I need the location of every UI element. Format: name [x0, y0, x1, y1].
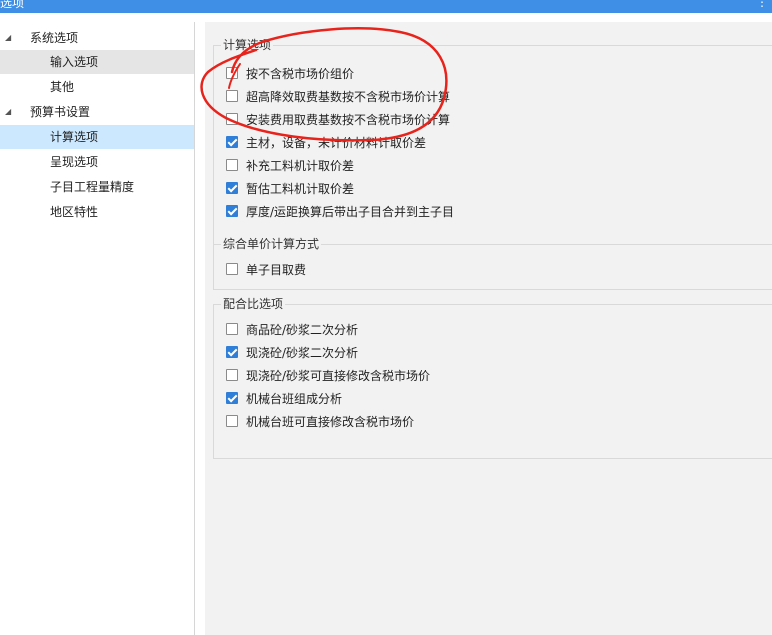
- option-label: 单子目取费: [246, 263, 307, 277]
- tree-item-label: 输入选项: [50, 55, 99, 69]
- mix-ratio-options-group: 配合比选项 商品砼/砂浆二次分析 现浇砼/砂浆二次分析 现浇砼/砂浆可直接修改含…: [213, 296, 772, 459]
- tree-item-label: 子目工程量精度: [50, 180, 135, 194]
- checkbox[interactable]: [226, 392, 238, 404]
- option-label: 现浇砼/砂浆可直接修改含税市场价: [246, 369, 431, 383]
- checkbox[interactable]: [226, 346, 238, 358]
- option-label: 暂估工料机计取价差: [246, 182, 355, 196]
- option-label: 超高降效取费基数按不含税市场价计算: [246, 90, 451, 104]
- options-panel: 计算选项 按不含税市场价组价 超高降效取费基数按不含税市场价计算 安装费用取费基…: [205, 22, 772, 635]
- tree-item-quantity-precision[interactable]: 子目工程量精度: [0, 175, 194, 199]
- checkbox[interactable]: [226, 90, 238, 102]
- tree-item-budget-settings[interactable]: ◢ 预算书设置: [0, 100, 194, 124]
- tree-item-label: 系统选项: [30, 31, 79, 45]
- checkbox[interactable]: [226, 323, 238, 335]
- option-label: 机械台班组成分析: [246, 392, 343, 406]
- tree-item-system-options[interactable]: ◢ 系统选项: [0, 26, 194, 50]
- tree-item-label: 地区特性: [50, 205, 99, 219]
- checkbox[interactable]: [226, 263, 238, 275]
- checkbox[interactable]: [226, 369, 238, 381]
- option-label: 机械台班可直接修改含税市场价: [246, 415, 415, 429]
- option-label: 主材，设备，未计价材料计取价差: [246, 136, 427, 150]
- checkbox[interactable]: [226, 205, 238, 217]
- tree-item-label: 其他: [50, 80, 75, 94]
- option-label: 现浇砼/砂浆二次分析: [246, 346, 359, 360]
- window-title: 选项: [0, 0, 25, 10]
- tree-item-other[interactable]: 其他: [0, 75, 194, 99]
- checkbox[interactable]: [226, 113, 238, 125]
- group-title: 计算选项: [221, 37, 274, 53]
- tree-item-calc-options[interactable]: 计算选项: [0, 125, 194, 149]
- more-menu-icon[interactable]: ⋮: [756, 0, 768, 10]
- option-label: 补充工料机计取价差: [246, 159, 355, 173]
- option-label: 厚度/运距换算后带出子目合并到主子目: [246, 205, 455, 219]
- option-label: 按不含税市场价组价: [246, 67, 355, 81]
- option-label: 商品砼/砂浆二次分析: [246, 323, 359, 337]
- checkbox[interactable]: [226, 67, 238, 79]
- tree-item-label: 呈现选项: [50, 155, 99, 169]
- expand-arrow-icon[interactable]: ◢: [5, 26, 15, 50]
- expand-arrow-icon[interactable]: ◢: [5, 100, 15, 124]
- checkbox[interactable]: [226, 136, 238, 148]
- checkbox[interactable]: [226, 159, 238, 171]
- group-title: 配合比选项: [221, 296, 286, 312]
- group-title: 综合单价计算方式: [221, 236, 322, 252]
- tree-item-region-features[interactable]: 地区特性: [0, 200, 194, 224]
- option-label: 安装费用取费基数按不含税市场价计算: [246, 113, 451, 127]
- tree-item-input-options[interactable]: 输入选项: [0, 50, 194, 74]
- title-bar: 选项 ⋮: [0, 0, 772, 13]
- tree-item-label: 预算书设置: [30, 105, 91, 119]
- tree-item-label: 计算选项: [50, 130, 99, 144]
- tree-item-display-options[interactable]: 呈现选项: [0, 150, 194, 174]
- unit-price-method-group: 综合单价计算方式 单子目取费: [213, 236, 772, 290]
- checkbox[interactable]: [226, 182, 238, 194]
- checkbox[interactable]: [226, 415, 238, 427]
- settings-tree: ◢ 系统选项 输入选项 其他 ◢ 预算书设置 计算选项 呈现选项 子目工程量精度…: [0, 22, 195, 635]
- calc-options-group: 计算选项 按不含税市场价组价 超高降效取费基数按不含税市场价计算 安装费用取费基…: [213, 37, 772, 253]
